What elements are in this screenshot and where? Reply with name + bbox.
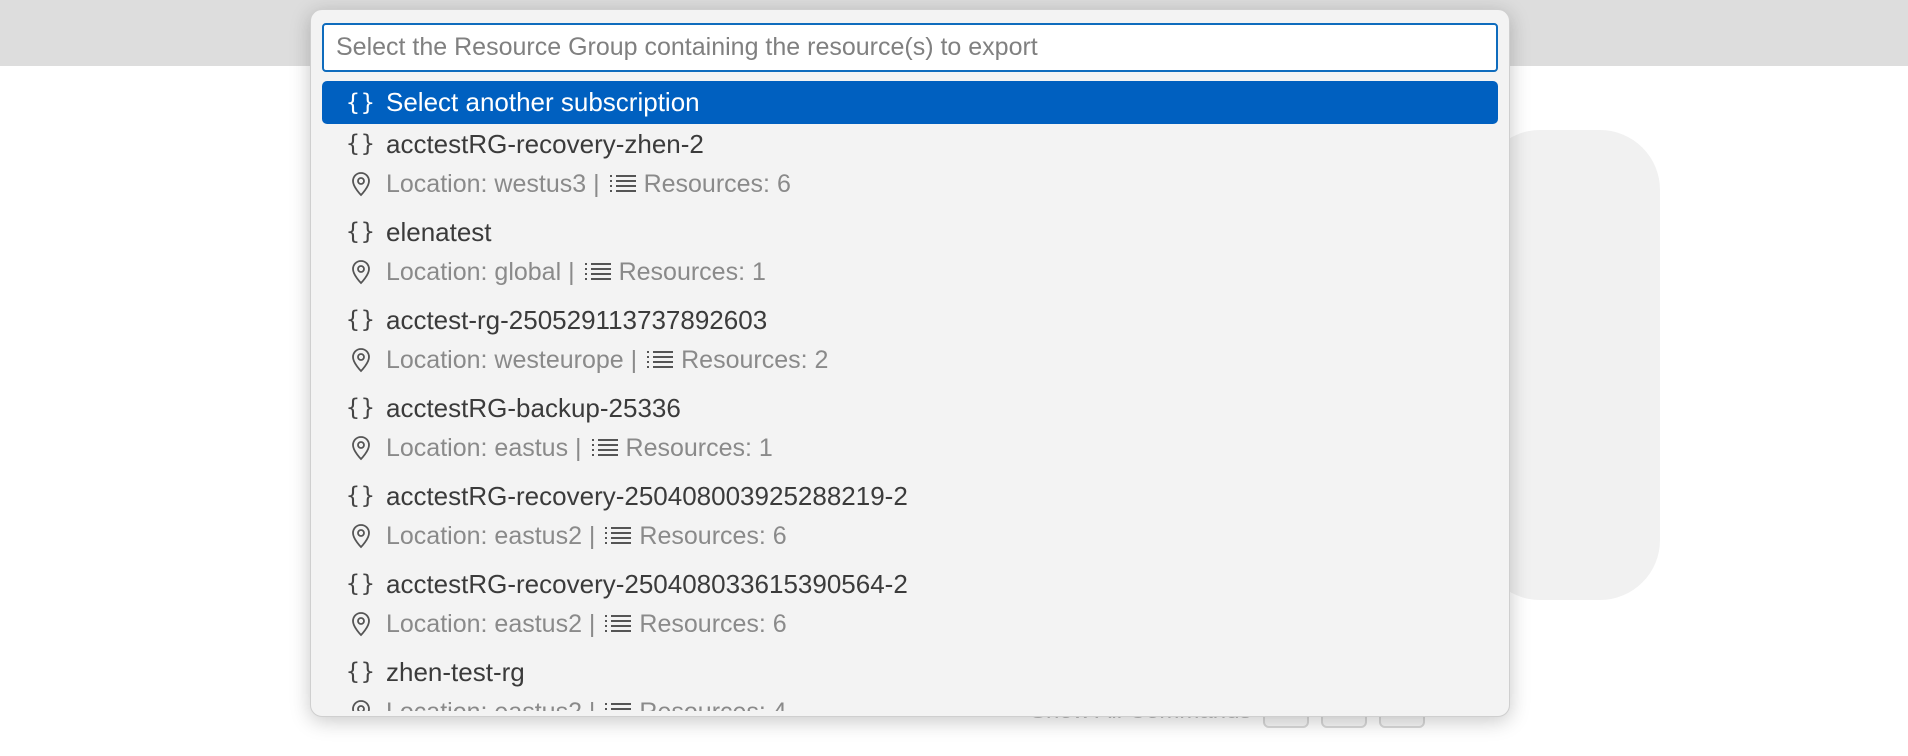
item-resources: Resources: 4: [639, 698, 786, 712]
item-location: Location: westeurope |: [386, 345, 638, 374]
item-resources: Resources: 1: [618, 257, 766, 286]
list-icon: [605, 527, 632, 544]
item-label: acctest-rg-250529113737892603: [386, 304, 768, 335]
list-icon: [591, 439, 618, 456]
item-resources: Resources: 6: [639, 609, 787, 638]
braces-icon: {}: [346, 659, 376, 685]
quick-pick-list: {} Select another subscription {} acctes…: [322, 81, 1498, 711]
item-label: elenatest: [386, 216, 492, 247]
list-item-resource-group[interactable]: {} elenatest Location: global | Resource…: [322, 212, 1498, 300]
list-icon: [605, 703, 632, 710]
item-resources: Resources: 6: [643, 169, 791, 198]
list-icon: [605, 615, 632, 632]
item-location: Location: eastus2 |: [386, 698, 595, 712]
list-icon: [584, 263, 611, 280]
item-label: acctestRG-recovery-zhen-2: [386, 128, 704, 159]
item-label: acctestRG-recovery-250408033615390564-2: [386, 568, 908, 599]
item-location: Location: westus3 |: [386, 169, 600, 198]
location-pin-icon: [352, 612, 370, 637]
braces-icon: {}: [346, 131, 376, 157]
braces-icon: {}: [346, 395, 376, 421]
item-resources: Resources: 1: [625, 433, 773, 462]
quick-pick-input[interactable]: [322, 23, 1498, 72]
location-pin-icon: [352, 348, 370, 373]
list-item-resource-group[interactable]: {} zhen-test-rg Location: eastus2 | Reso…: [322, 652, 1498, 711]
item-label: acctestRG-recovery-250408003925288219-2: [386, 480, 908, 511]
list-item-resource-group[interactable]: {} acctestRG-recovery-250408033615390564…: [322, 564, 1498, 652]
item-label: acctestRG-backup-25336: [386, 392, 681, 423]
item-location: Location: eastus2 |: [386, 609, 596, 638]
braces-icon: {}: [346, 219, 376, 245]
list-item-select-another-subscription[interactable]: {} Select another subscription: [322, 81, 1498, 124]
item-resources: Resources: 6: [639, 521, 787, 550]
braces-icon: {}: [346, 89, 376, 116]
item-location: Location: eastus2 |: [386, 521, 596, 550]
braces-icon: {}: [346, 307, 376, 333]
list-item-resource-group[interactable]: {} acctestRG-recovery-zhen-2 Location: w…: [322, 124, 1498, 212]
quick-pick-panel: {} Select another subscription {} acctes…: [310, 9, 1510, 717]
item-location: Location: eastus |: [386, 433, 582, 462]
list-icon: [609, 175, 636, 192]
list-item-resource-group[interactable]: {} acctestRG-recovery-250408003925288219…: [322, 476, 1498, 564]
location-pin-icon: [352, 700, 370, 711]
item-label: Select another subscription: [386, 87, 700, 117]
item-label: zhen-test-rg: [386, 656, 525, 687]
item-location: Location: global |: [386, 257, 575, 286]
location-pin-icon: [352, 436, 370, 461]
location-pin-icon: [352, 172, 370, 197]
list-icon: [647, 351, 674, 368]
item-resources: Resources: 2: [681, 345, 829, 374]
location-pin-icon: [352, 524, 370, 549]
list-item-resource-group[interactable]: {} acctest-rg-250529113737892603 Locatio…: [322, 300, 1498, 388]
braces-icon: {}: [346, 571, 376, 597]
braces-icon: {}: [346, 483, 376, 509]
list-item-resource-group[interactable]: {} acctestRG-backup-25336 Location: east…: [322, 388, 1498, 476]
location-pin-icon: [352, 260, 370, 285]
